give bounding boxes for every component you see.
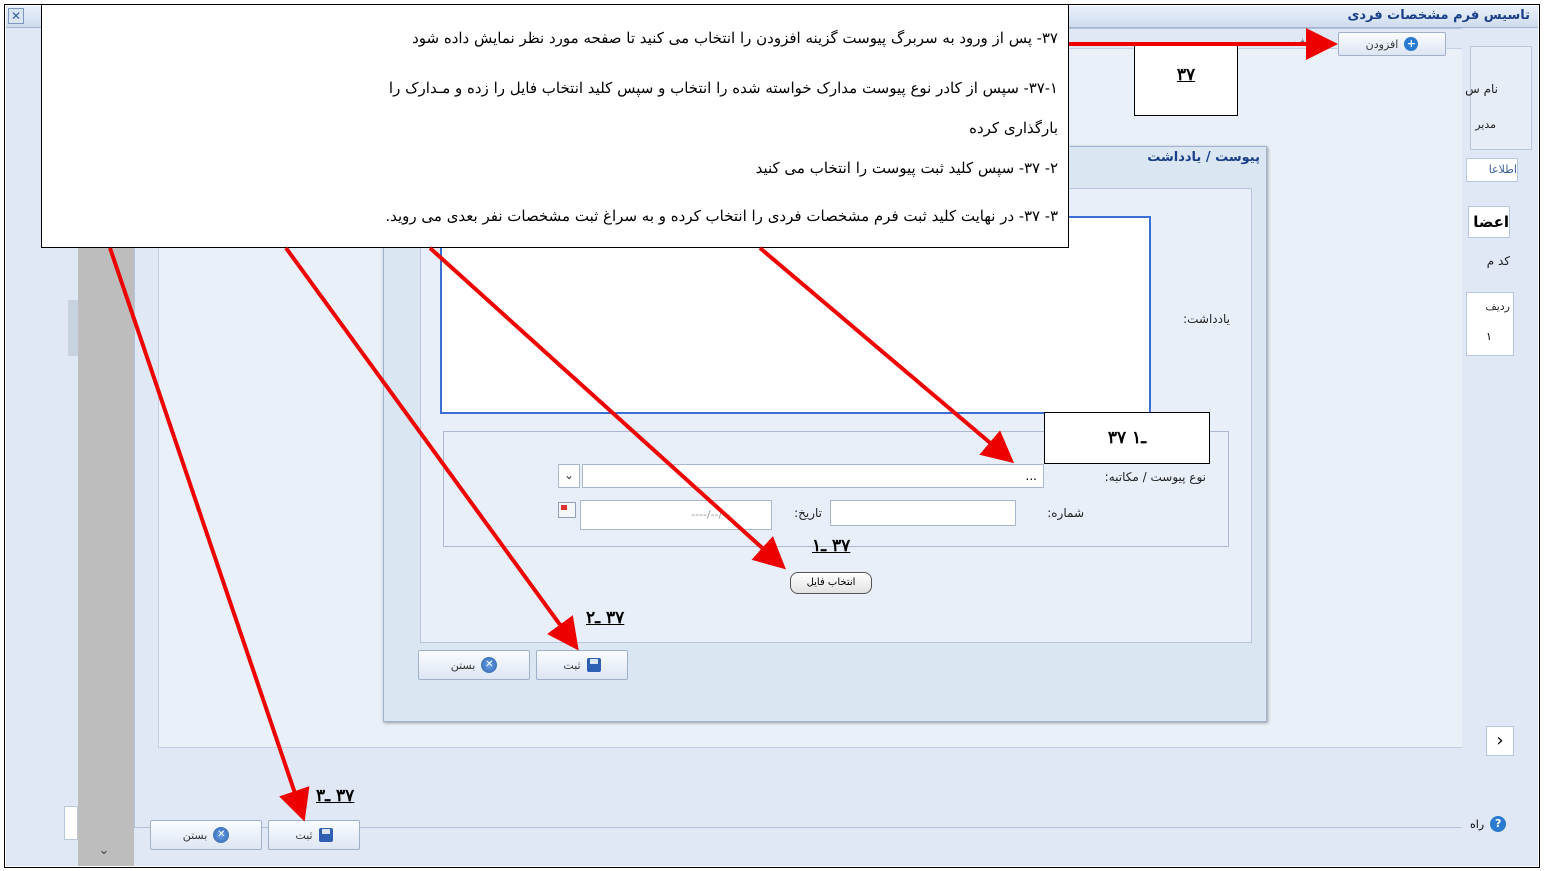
members-table-cell: ۱ bbox=[1486, 330, 1492, 343]
dialog-save-label: ثبت bbox=[563, 658, 581, 672]
close-circle-icon: ✕ bbox=[213, 827, 230, 843]
main-save-label: ثبت bbox=[295, 828, 313, 842]
main-close-label: بستن bbox=[182, 828, 208, 842]
attachment-type-select[interactable]: ... bbox=[582, 464, 1044, 488]
manager-label: مدیر bbox=[1475, 118, 1496, 131]
dialog-save-button[interactable]: ثبت bbox=[536, 650, 628, 680]
callout-step-37-1-box: ۳۷ ـ۱ bbox=[1044, 412, 1210, 464]
help-label: راه bbox=[1470, 817, 1485, 831]
date-input[interactable]: ----/--/-- bbox=[580, 500, 772, 530]
instruction-line: بارگذاری کرده bbox=[969, 119, 1058, 137]
instructions-box: ۳۷- پس از ورود به سربرگ پیوست گزینه افزو… bbox=[41, 4, 1069, 248]
right-info-box bbox=[1470, 46, 1532, 150]
save-icon bbox=[586, 658, 601, 672]
dialog-close-label: بستن bbox=[450, 658, 476, 672]
instruction-line: ۳۷-۱- سپس از کادر نوع پیوست مدارک خواسته… bbox=[388, 79, 1058, 97]
callout-step-37: ۳۷ bbox=[1134, 44, 1238, 116]
main-close-button[interactable]: ✕ بستن bbox=[150, 820, 262, 850]
plus-icon: + bbox=[1404, 37, 1419, 51]
tab-info[interactable]: اطلاعا bbox=[1466, 158, 1518, 182]
instruction-line: ۳- ۳۷- در نهایت کلید ثبت فرم مشخصات فردی… bbox=[385, 207, 1058, 225]
callout-step-37-1: ۳۷ ـ۱ bbox=[812, 536, 851, 556]
chevron-down-icon[interactable]: ⌄ bbox=[92, 840, 116, 862]
close-circle-icon: ✕ bbox=[481, 657, 498, 673]
attachment-type-label: نوع پیوست / مکاتبه: bbox=[1104, 470, 1206, 484]
members-heading[interactable]: اعضا bbox=[1468, 206, 1510, 238]
chevron-down-icon[interactable]: ⌄ bbox=[558, 464, 580, 488]
window-title: تاسیس فرم مشخصات فردی bbox=[1347, 8, 1530, 23]
main-save-button[interactable]: ثبت bbox=[268, 820, 360, 850]
choose-file-button[interactable]: انتخاب فایل bbox=[790, 572, 872, 594]
chevron-right-icon[interactable]: › bbox=[1486, 726, 1514, 756]
date-label: تاریخ: bbox=[794, 506, 822, 520]
name-label: نام س bbox=[1465, 82, 1498, 96]
help-icon: ? bbox=[1490, 816, 1507, 832]
callout-step-37-3: ۳۷ ـ۳ bbox=[316, 786, 355, 806]
callout-step-37-2: ۳۷ ـ۲ bbox=[586, 608, 625, 628]
row-column-header: ردیف bbox=[1293, 34, 1320, 48]
help-button[interactable]: راه ? bbox=[1470, 812, 1532, 836]
dialog-title: پیوست / یادداشت bbox=[1147, 150, 1260, 165]
dialog-close-button[interactable]: ✕ بستن bbox=[418, 650, 530, 680]
left-edge-box bbox=[64, 806, 78, 840]
members-table-row-header: ردیف bbox=[1485, 300, 1510, 313]
number-label: شماره: bbox=[1047, 506, 1084, 520]
add-button-label: افزودن bbox=[1365, 37, 1399, 51]
instruction-line: ۳۷- پس از ورود به سربرگ پیوست گزینه افزو… bbox=[412, 29, 1058, 47]
close-icon[interactable]: ✕ bbox=[8, 8, 24, 24]
add-button[interactable]: + افزودن bbox=[1338, 32, 1446, 56]
instruction-line: ۲- ۳۷- سپس کلید ثبت پیوست را انتخاب می ک… bbox=[755, 159, 1058, 177]
code-label: کد م bbox=[1486, 254, 1510, 268]
note-label: یادداشت: bbox=[1183, 312, 1230, 326]
save-icon bbox=[318, 828, 333, 842]
calendar-icon[interactable] bbox=[558, 502, 576, 518]
number-input[interactable] bbox=[830, 500, 1016, 526]
